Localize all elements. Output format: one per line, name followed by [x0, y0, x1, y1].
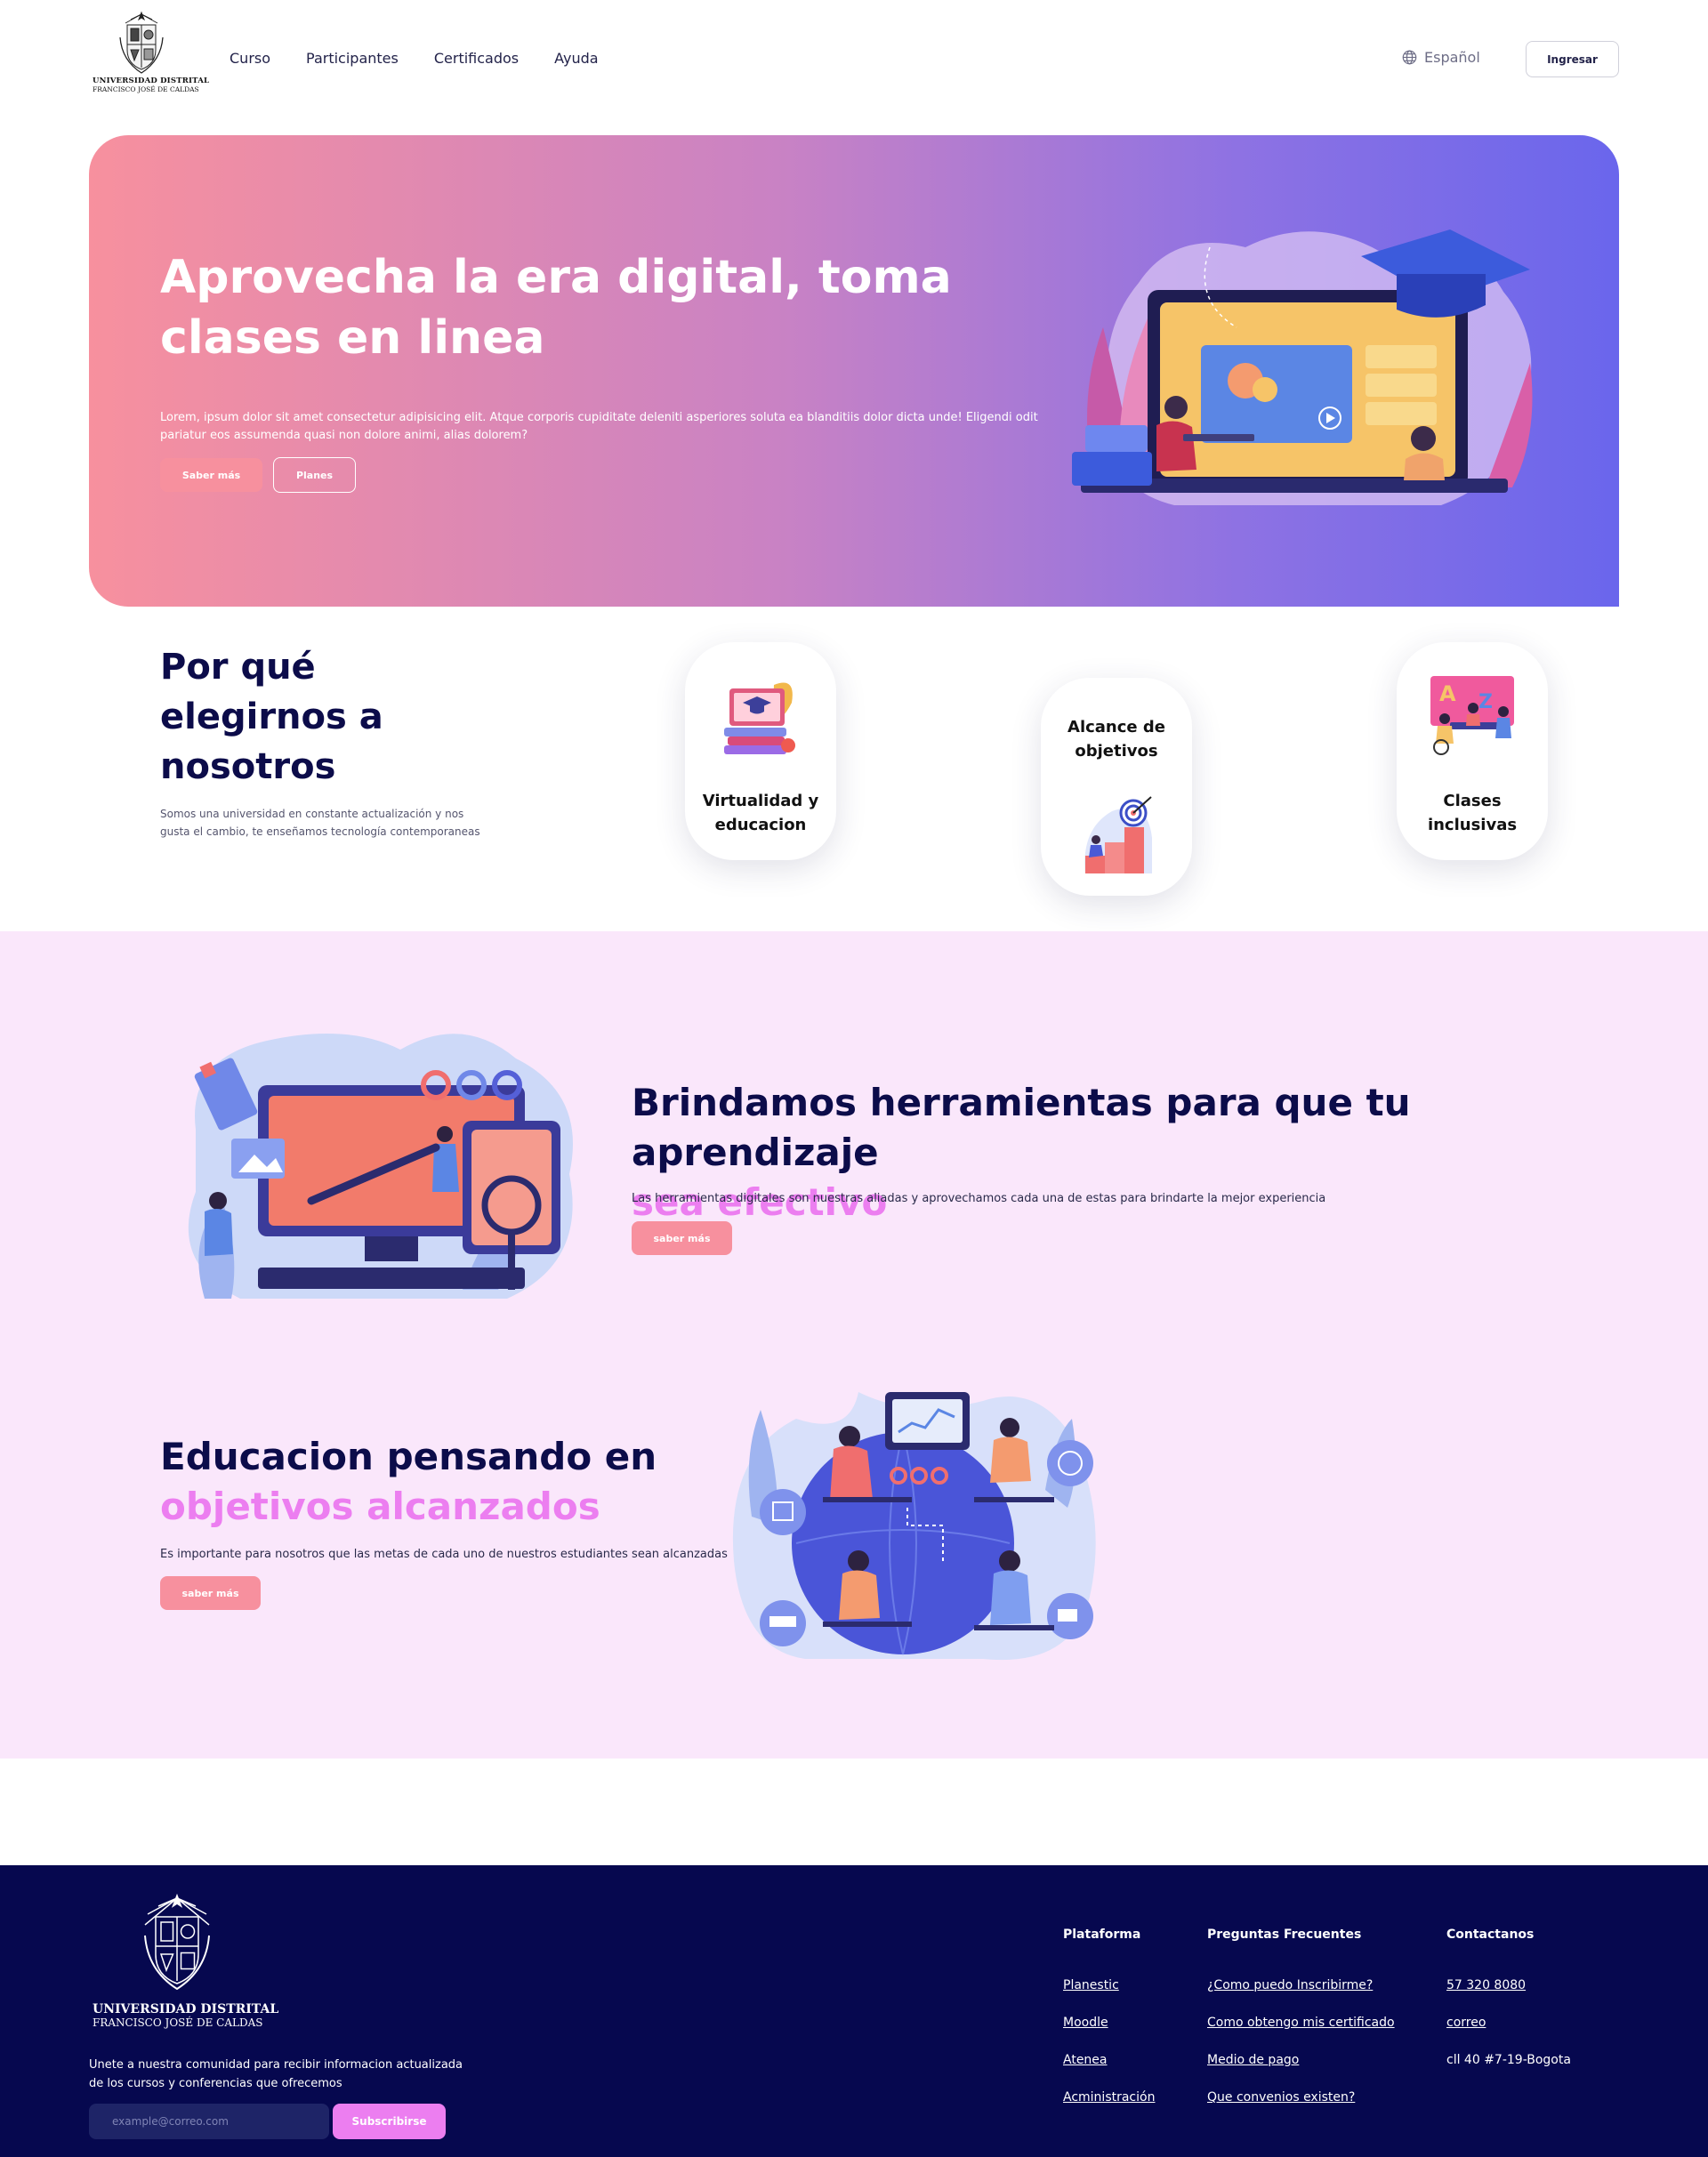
logo-line-1: UNIVERSIDAD DISTRITAL — [93, 76, 210, 85]
nav-curso[interactable]: Curso — [230, 50, 270, 67]
newsletter-text: Unete a nuestra comunidad para recibir i… — [89, 2058, 463, 2090]
feature-2-title: Educacion pensando en objetivos alcanzad… — [160, 1432, 694, 1532]
main-nav: Curso Participantes Certificados Ayuda — [230, 50, 599, 67]
login-button[interactable]: Ingresar — [1526, 41, 1619, 77]
target-icon — [1084, 796, 1152, 873]
footer-link-convenios[interactable]: Que convenios existen? — [1207, 2089, 1395, 2106]
subscribe-button[interactable]: Subscribirse — [333, 2104, 446, 2139]
site-footer: UNIVERSIDAD DISTRITAL FRANCISCO JOSÉ DE … — [0, 1865, 1708, 2157]
feature-2-title-accent: objetivos alcanzados — [160, 1485, 600, 1528]
feature-card-virtualidad[interactable]: Virtualidad y educacion — [685, 642, 836, 860]
footer-logo-line-1: UNIVERSIDAD DISTRITAL — [93, 2002, 279, 2016]
card-label-virtualidad: Virtualidad y educacion — [702, 792, 819, 834]
footer-link-correo[interactable]: correo — [1446, 2015, 1571, 2032]
language-label: Español — [1424, 49, 1480, 66]
footer-link-administracion[interactable]: Acministración — [1063, 2089, 1155, 2106]
footer-link-moodle[interactable]: Moodle — [1063, 2015, 1155, 2032]
feature-2-title-main: Educacion pensando en — [160, 1435, 657, 1478]
feature-card-objetivos[interactable]: Alcance de objetivos — [1041, 678, 1192, 896]
footer-link-medio-de-pago[interactable]: Medio de pago — [1207, 2052, 1395, 2069]
laptop-books-icon — [724, 682, 795, 754]
footer-column-contactanos: Contactanos 57 320 8080 correo cll 40 #7… — [1446, 1928, 1571, 2069]
footer-university-logo[interactable]: UNIVERSIDAD DISTRITAL FRANCISCO JOSÉ DE … — [93, 1892, 279, 2029]
footer-column-plataforma: Plataforma Planestic Moodle Atenea Acmin… — [1063, 1928, 1155, 2127]
university-logo[interactable]: UNIVERSIDAD DISTRITAL FRANCISCO JOSÉ DE … — [93, 11, 210, 101]
footer-link-atenea[interactable]: Atenea — [1063, 2052, 1155, 2069]
university-crest-icon — [144, 1893, 210, 1991]
footer-logo-line-2: FRANCISCO JOSÉ DE CALDAS — [93, 2016, 263, 2029]
email-input[interactable] — [89, 2104, 329, 2139]
feature-1-saber-mas-button[interactable]: saber más — [632, 1221, 732, 1255]
online-class-illustration-icon — [1072, 229, 1533, 505]
feature-2-description: Es importante para nosotros que las meta… — [160, 1548, 728, 1561]
footer-column-faq: Preguntas Frecuentes ¿Como puedo Inscrib… — [1207, 1928, 1395, 2127]
feature-2-saber-mas-button[interactable]: saber más — [160, 1576, 261, 1610]
footer-column-title: Plataforma — [1063, 1928, 1141, 1942]
nav-certificados[interactable]: Certificados — [434, 50, 519, 67]
svg-text:A: A — [1439, 681, 1456, 706]
why-title: Por qué elegirnos a nosotros — [160, 647, 383, 787]
design-tools-illustration-icon — [188, 1034, 573, 1299]
planes-button[interactable]: Planes — [273, 457, 356, 493]
footer-address: cll 40 #7-19-Bogota — [1446, 2053, 1571, 2067]
svg-text:Z: Z — [1478, 691, 1493, 713]
footer-link-planestic[interactable]: Planestic — [1063, 1977, 1155, 1994]
footer-column-title: Contactanos — [1446, 1928, 1535, 1942]
footer-link-phone[interactable]: 57 320 8080 — [1446, 1977, 1571, 1994]
saber-mas-button[interactable]: Saber más — [160, 458, 262, 492]
card-label-objetivos: Alcance de objetivos — [1068, 718, 1165, 761]
card-label-inclusivas: Clases inclusivas — [1427, 792, 1518, 834]
footer-link-certificado[interactable]: Como obtengo mis certificado — [1207, 2015, 1395, 2032]
classroom-icon: A Z — [1430, 676, 1514, 755]
why-description: Somos una universidad en constante actua… — [160, 808, 480, 838]
university-crest-icon — [119, 11, 164, 74]
feature-1-title-main: Brindamos herramientas para que tu apren… — [632, 1081, 1411, 1174]
footer-column-title: Preguntas Frecuentes — [1207, 1928, 1362, 1942]
site-header: UNIVERSIDAD DISTRITAL FRANCISCO JOSÉ DE … — [0, 0, 1708, 116]
language-selector[interactable]: Español — [1402, 49, 1480, 66]
nav-participantes[interactable]: Participantes — [306, 50, 399, 67]
footer-link-inscribirme[interactable]: ¿Como puedo Inscribirme? — [1207, 1977, 1395, 1994]
hero-title: Aprovecha la era digital, toma clases en… — [160, 251, 952, 365]
feature-1-description: Las herramientas digitales son nuestras … — [632, 1192, 1326, 1205]
logo-line-2: FRANCISCO JOSÉ DE CALDAS — [93, 85, 199, 93]
nav-ayuda[interactable]: Ayuda — [554, 50, 598, 67]
globe-icon — [1402, 50, 1417, 65]
hero-description: Lorem, ipsum dolor sit amet consectetur … — [160, 411, 1038, 442]
global-goals-illustration-icon — [732, 1392, 1096, 1661]
feature-card-inclusivas[interactable]: A Z Clases inclusivas — [1397, 642, 1548, 860]
